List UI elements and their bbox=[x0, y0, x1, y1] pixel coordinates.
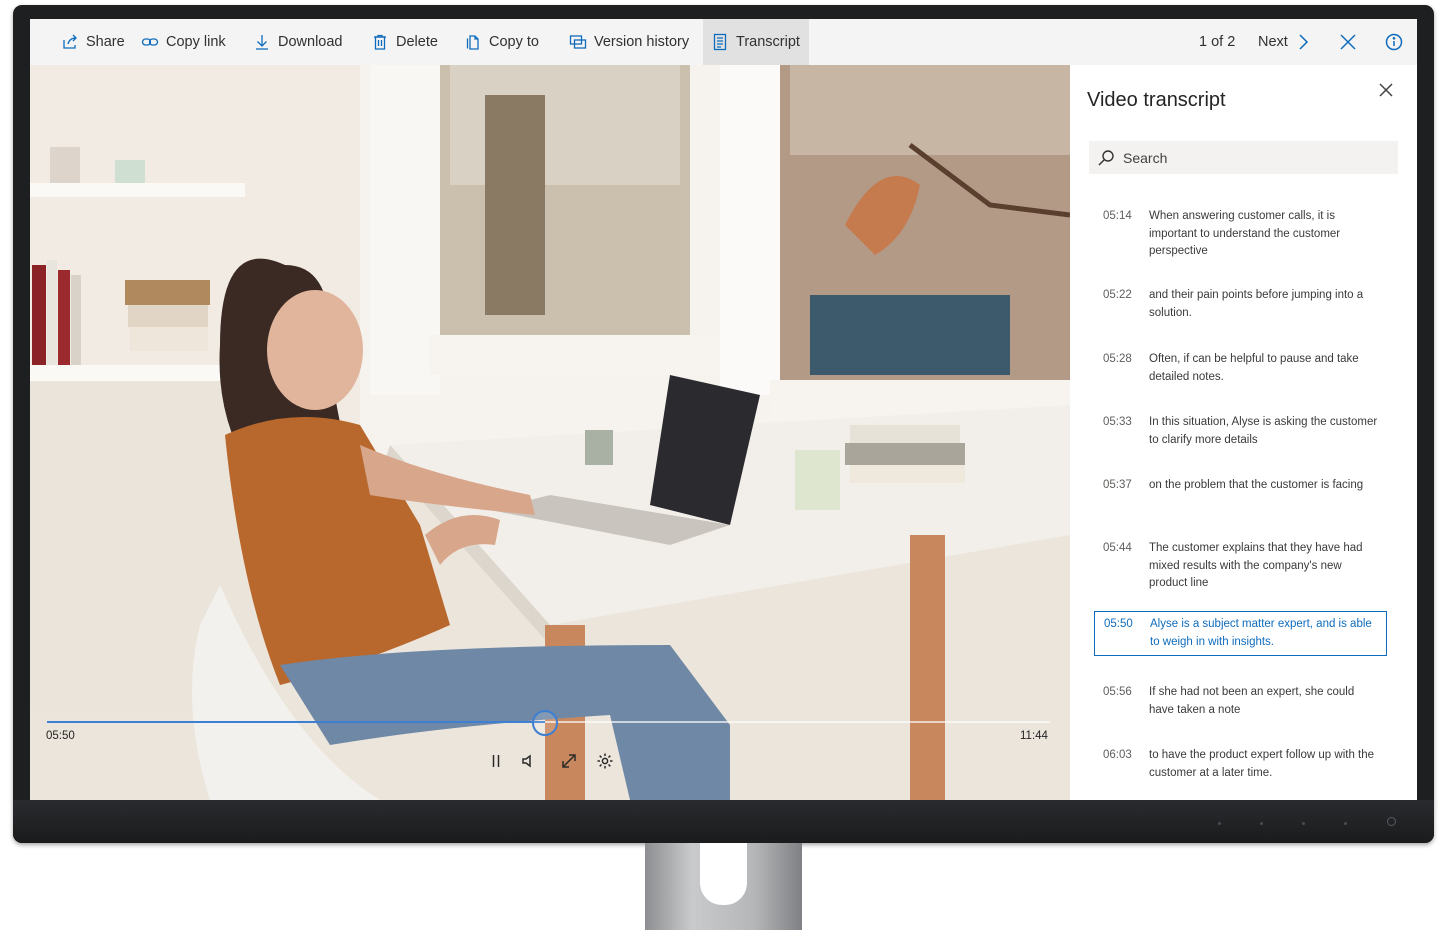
monitor-bezel bbox=[13, 800, 1434, 843]
fullscreen-button[interactable] bbox=[558, 750, 580, 772]
panel-title: Video transcript bbox=[1087, 89, 1226, 111]
transcript-button[interactable]: Transcript bbox=[703, 19, 809, 65]
close-panel-button[interactable] bbox=[1378, 82, 1398, 102]
expand-icon bbox=[562, 754, 576, 768]
entry-timestamp: 06:03 bbox=[1103, 749, 1132, 761]
total-time: 11:44 bbox=[1020, 730, 1048, 742]
bezel-button bbox=[1302, 822, 1305, 825]
entry-timestamp: 05:22 bbox=[1103, 289, 1132, 301]
entry-timestamp: 05:14 bbox=[1103, 210, 1132, 222]
copy-link-button[interactable]: Copy link bbox=[133, 19, 234, 65]
entry-text: and their pain points before jumping int… bbox=[1149, 289, 1364, 319]
power-icon bbox=[1387, 817, 1396, 826]
transcript-entry[interactable]: 06:03 to have the product expert follow u… bbox=[1094, 743, 1387, 786]
version-history-icon bbox=[569, 35, 587, 49]
info-button[interactable] bbox=[1385, 19, 1403, 65]
link-icon bbox=[141, 38, 159, 46]
entry-timestamp: 05:44 bbox=[1103, 542, 1132, 554]
transcript-entry[interactable]: 05:33 In this situation, Alyse is asking … bbox=[1094, 410, 1387, 453]
bezel-button bbox=[1344, 822, 1347, 825]
transcript-label: Transcript bbox=[736, 34, 800, 50]
volume-button[interactable] bbox=[517, 750, 539, 772]
transcript-entry[interactable]: 05:22 and their pain points before jumpin… bbox=[1094, 283, 1387, 326]
delete-button[interactable]: Delete bbox=[363, 19, 446, 65]
entry-text: on the problem that the customer is faci… bbox=[1149, 479, 1364, 491]
bezel-button bbox=[1260, 822, 1263, 825]
stand-cutout bbox=[700, 843, 747, 905]
progress-fill bbox=[47, 721, 546, 723]
entry-text: Alyse is a subject matter expert, and is… bbox=[1150, 618, 1372, 648]
entry-text: If she had not been an expert, she could… bbox=[1149, 686, 1355, 716]
next-label: Next bbox=[1258, 34, 1288, 50]
screen: Share Copy link Download Delete Copy to … bbox=[30, 19, 1417, 800]
transcript-entry[interactable]: 05:50 Alyse is a subject matter expert, a… bbox=[1094, 611, 1387, 656]
current-time: 05:50 bbox=[46, 730, 75, 742]
share-icon bbox=[63, 34, 77, 49]
transcript-entry[interactable]: 05:14 When answering customer calls, it i… bbox=[1094, 204, 1387, 265]
close-icon bbox=[1340, 34, 1356, 50]
search-input[interactable] bbox=[1123, 149, 1383, 166]
version-history-button[interactable]: Version history bbox=[561, 19, 697, 65]
share-button[interactable]: Share bbox=[53, 19, 133, 65]
copy-to-button[interactable]: Copy to bbox=[456, 19, 547, 65]
transcript-entry[interactable]: 05:37 on the problem that the customer is… bbox=[1094, 473, 1387, 499]
transcript-search[interactable] bbox=[1089, 141, 1398, 174]
page-counter: 1 of 2 bbox=[1199, 34, 1236, 50]
transcript-entry[interactable]: 05:56 If she had not been an expert, she … bbox=[1094, 680, 1387, 723]
search-icon bbox=[1098, 149, 1114, 165]
entry-timestamp: 05:50 bbox=[1104, 618, 1133, 630]
version-history-label: Version history bbox=[594, 34, 690, 50]
video-frame bbox=[30, 65, 1070, 800]
pause-icon bbox=[492, 755, 500, 767]
close-icon bbox=[1379, 83, 1393, 97]
entry-text: Often, if can be helpful to pause and ta… bbox=[1149, 353, 1359, 383]
copy-icon bbox=[466, 35, 479, 50]
settings-button[interactable] bbox=[594, 750, 616, 772]
entry-timestamp: 05:37 bbox=[1103, 479, 1132, 491]
command-bar: Share Copy link Download Delete Copy to … bbox=[30, 19, 1417, 65]
transcript-entry[interactable]: 05:44 The customer explains that they hav… bbox=[1094, 536, 1387, 597]
entry-text: to have the product expert follow up wit… bbox=[1149, 749, 1375, 779]
download-button[interactable]: Download bbox=[245, 19, 351, 65]
transcript-entry[interactable]: 05:28 Often, if can be helpful to pause a… bbox=[1094, 347, 1387, 390]
entry-timestamp: 05:56 bbox=[1103, 686, 1132, 698]
transcript-icon bbox=[713, 33, 727, 51]
copy-to-label: Copy to bbox=[489, 34, 539, 50]
entry-text: The customer explains that they have had… bbox=[1149, 542, 1363, 589]
info-icon bbox=[1385, 33, 1403, 51]
entry-text: In this situation, Alyse is asking the c… bbox=[1149, 416, 1378, 446]
entry-timestamp: 05:33 bbox=[1103, 416, 1132, 428]
trash-icon bbox=[374, 34, 386, 50]
bezel-button bbox=[1218, 822, 1221, 825]
video-player[interactable]: 05:50 11:44 bbox=[30, 65, 1070, 800]
transcript-panel: Video transcript 05:14 When answering cus… bbox=[1070, 65, 1417, 800]
entry-timestamp: 05:28 bbox=[1103, 353, 1132, 365]
copy-link-label: Copy link bbox=[166, 34, 226, 50]
chevron-right-icon bbox=[1299, 34, 1308, 50]
gear-icon bbox=[597, 753, 613, 769]
pause-button[interactable] bbox=[485, 750, 507, 772]
share-label: Share bbox=[86, 34, 125, 50]
close-viewer-button[interactable] bbox=[1339, 19, 1357, 65]
delete-label: Delete bbox=[396, 34, 438, 50]
speaker-icon bbox=[522, 754, 531, 768]
entry-text: When answering customer calls, it is imp… bbox=[1149, 210, 1341, 257]
download-label: Download bbox=[278, 34, 343, 50]
download-icon bbox=[256, 35, 268, 50]
next-button[interactable]: Next bbox=[1258, 19, 1312, 65]
